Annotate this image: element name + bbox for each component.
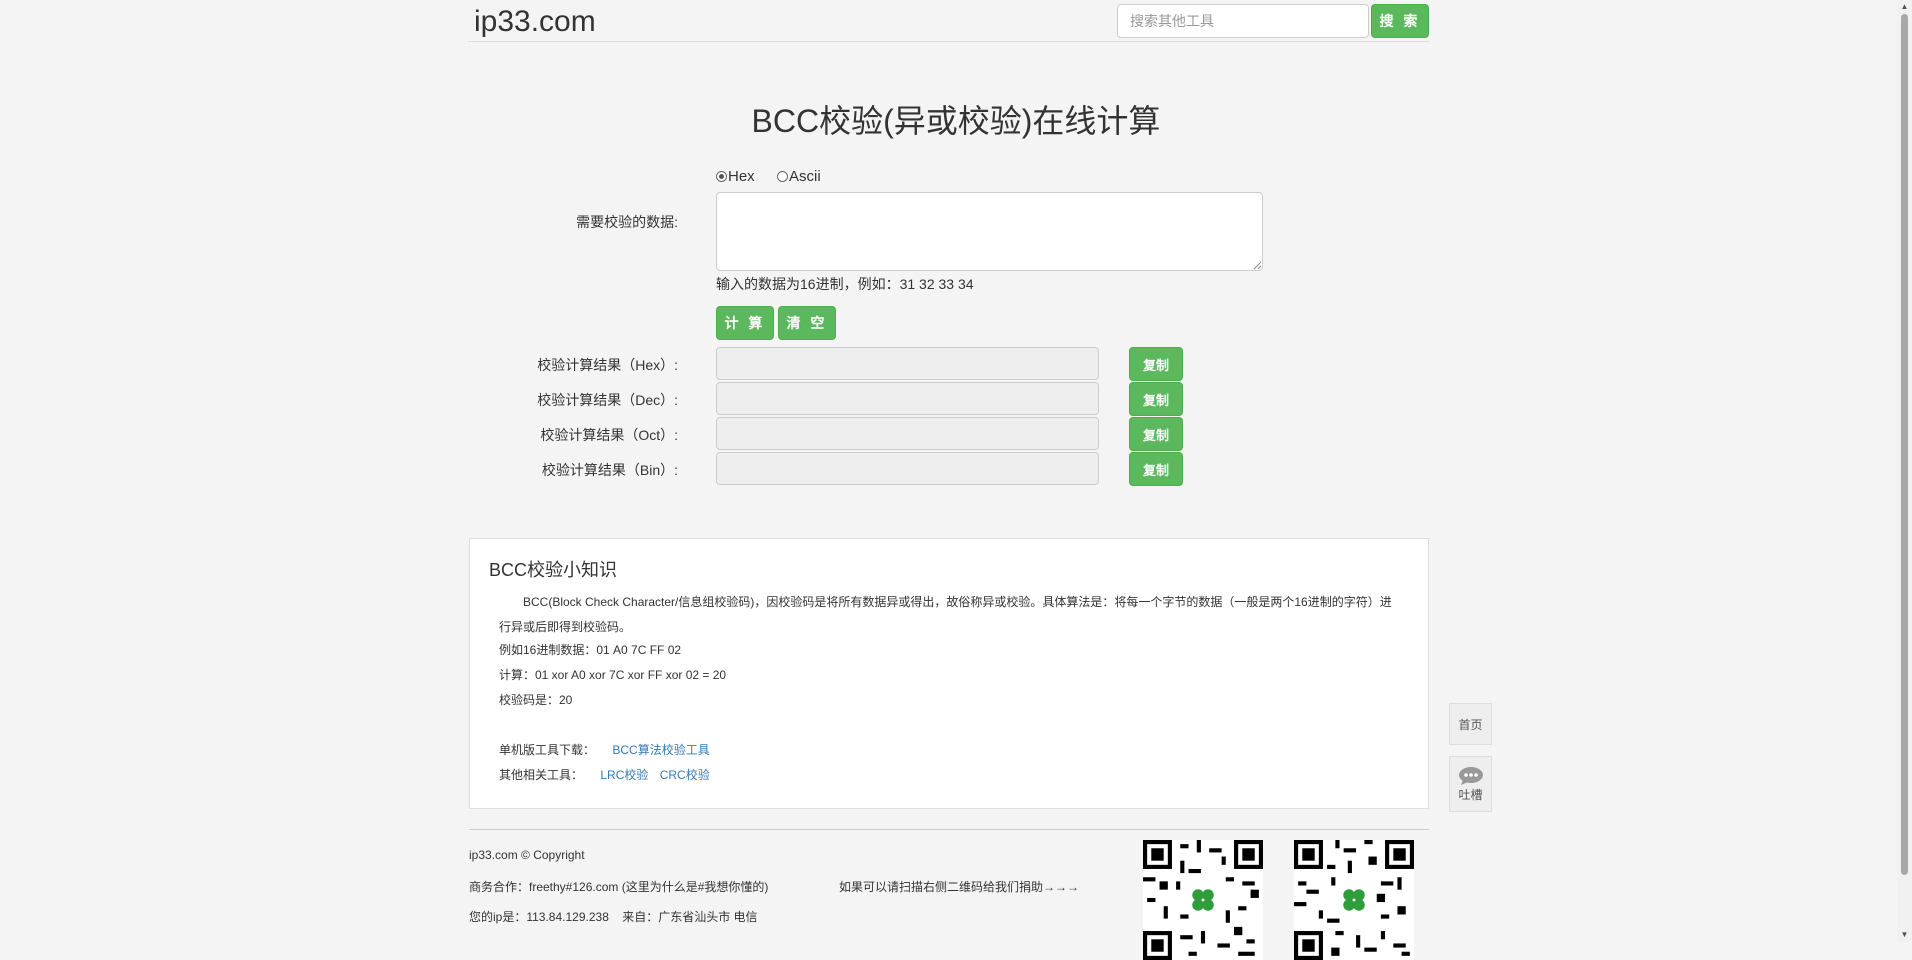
result-bin-label: 校验计算结果（Bin）: — [541, 462, 678, 478]
copy-hex-button[interactable]: 复制 — [1129, 347, 1183, 381]
search-input[interactable] — [1117, 4, 1369, 38]
page-title: BCC校验(异或校验)在线计算 — [751, 103, 1161, 139]
knowledge-intro: BCC(Block Check Character/信息组校验码)，因校验码是将… — [499, 595, 1392, 634]
side-feedback-label: 吐槽 — [1458, 787, 1483, 802]
footer-donate: 如果可以请扫描右侧二维码给我们捐助→→→ — [839, 880, 1080, 894]
footer-copyright: ip33.com © Copyright — [469, 848, 585, 862]
data-textarea[interactable] — [716, 192, 1263, 271]
footer-ip: 您的ip是：113.84.129.238 来自：广东省汕头市 电信 — [469, 910, 758, 924]
related-row: 其他相关工具： LRC校验 CRC校验 — [499, 766, 710, 784]
radio-ascii-circle[interactable] — [777, 171, 788, 182]
knowledge-title: BCC校验小知识 — [489, 560, 618, 580]
header-divider — [468, 41, 1429, 42]
resize-grip-icon[interactable] — [1253, 261, 1262, 270]
qr-code-image — [1143, 840, 1263, 960]
copy-dec-button[interactable]: 复制 — [1129, 382, 1183, 416]
knowledge-calc: 计算：01 xor A0 xor 7C xor FF xor 02 = 20 — [499, 668, 727, 682]
related-label: 其他相关工具： — [499, 768, 584, 782]
scrollbar-thumb[interactable] — [1901, 14, 1908, 875]
radio-ascii-label: Ascii — [789, 168, 821, 185]
copy-bin-button[interactable]: 复制 — [1129, 452, 1183, 486]
qr-code-image — [1294, 840, 1414, 960]
download-row: 单机版工具下载： BCC算法校验工具 — [499, 741, 710, 759]
radio-ascii[interactable]: Ascii — [777, 168, 821, 185]
radio-hex-label: Hex — [728, 168, 755, 185]
result-hex-label: 校验计算结果（Hex）: — [537, 357, 678, 373]
scroll-down-icon[interactable]: ▼ — [1899, 930, 1910, 940]
result-hex-field[interactable] — [716, 347, 1099, 380]
knowledge-result: 校验码是：20 — [499, 693, 573, 707]
side-home-button[interactable]: 首页 — [1449, 703, 1492, 745]
radio-hex[interactable]: Hex — [716, 168, 755, 185]
knowledge-example: 例如16进制数据：01 A0 7C FF 02 — [499, 643, 682, 657]
site-logo[interactable]: ip33.com — [474, 2, 596, 42]
side-home-label: 首页 — [1458, 717, 1483, 732]
footer-business: 商务合作：freethy#126.com (这里为什么是#我想你懂的) — [469, 880, 769, 894]
download-link[interactable]: BCC算法校验工具 — [612, 743, 709, 757]
radio-hex-circle[interactable] — [716, 171, 727, 182]
data-label: 需要校验的数据: — [576, 214, 678, 230]
copy-oct-button[interactable]: 复制 — [1129, 417, 1183, 451]
footer-divider — [469, 829, 1429, 830]
result-dec-label: 校验计算结果（Dec）: — [537, 392, 678, 408]
calculate-button[interactable]: 计 算 — [716, 306, 774, 340]
side-feedback-button[interactable]: 吐槽 — [1449, 756, 1492, 812]
lrc-link[interactable]: LRC校验 — [600, 768, 648, 782]
result-dec-field[interactable] — [716, 382, 1099, 415]
input-hint: 输入的数据为16进制，例如：31 32 33 34 — [716, 276, 974, 292]
search-button[interactable]: 搜 索 — [1371, 4, 1429, 38]
clear-button[interactable]: 清 空 — [778, 306, 836, 340]
download-label: 单机版工具下载： — [499, 743, 596, 757]
crc-link[interactable]: CRC校验 — [660, 768, 710, 782]
result-oct-field[interactable] — [716, 417, 1099, 450]
scroll-up-icon[interactable]: ▲ — [1899, 2, 1910, 12]
chat-bubble-icon — [1458, 766, 1483, 785]
result-oct-label: 校验计算结果（Oct）: — [540, 427, 678, 443]
result-bin-field[interactable] — [716, 452, 1099, 485]
